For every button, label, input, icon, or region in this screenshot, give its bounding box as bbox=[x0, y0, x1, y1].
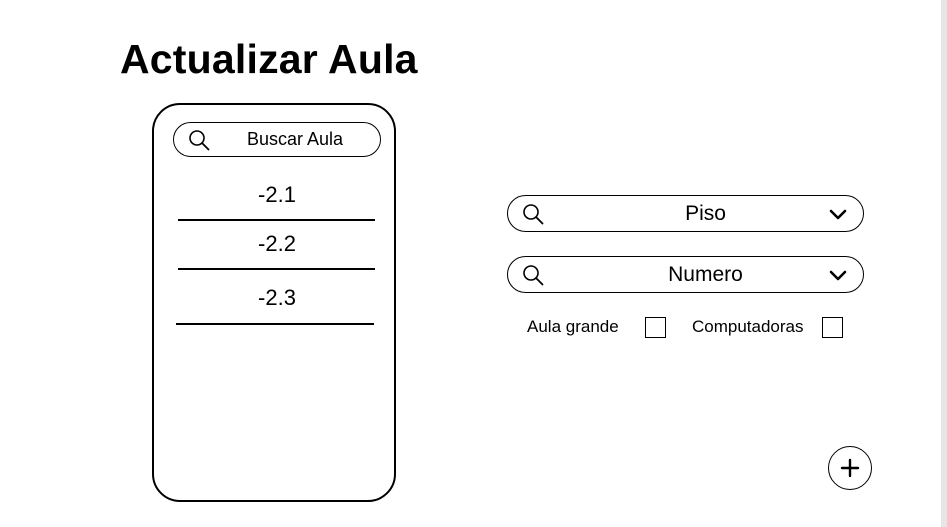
search-icon bbox=[189, 129, 210, 150]
computadoras-checkbox[interactable] bbox=[822, 317, 843, 338]
search-icon bbox=[523, 203, 544, 224]
aula-search-input[interactable]: Buscar Aula bbox=[173, 122, 381, 157]
computadoras-label: Computadoras bbox=[692, 317, 804, 336]
numero-select-label: Numero bbox=[668, 262, 743, 286]
search-icon bbox=[523, 264, 544, 285]
chevron-down-icon[interactable] bbox=[829, 208, 847, 220]
list-item[interactable]: -2.2 bbox=[178, 231, 376, 257]
scrollbar-track bbox=[941, 0, 947, 527]
page-title: Actualizar Aula bbox=[120, 36, 418, 82]
list-divider bbox=[176, 323, 374, 325]
aula-grande-checkbox[interactable] bbox=[645, 317, 666, 338]
chevron-down-icon[interactable] bbox=[829, 269, 847, 281]
numero-select[interactable]: Numero bbox=[507, 256, 864, 293]
piso-select[interactable]: Piso bbox=[507, 195, 864, 232]
list-item[interactable]: -2.1 bbox=[178, 182, 376, 208]
piso-select-label: Piso bbox=[685, 201, 726, 225]
plus-icon bbox=[840, 458, 860, 478]
aula-grande-label: Aula grande bbox=[527, 317, 619, 336]
aula-search-placeholder: Buscar Aula bbox=[246, 129, 344, 149]
list-item[interactable]: -2.3 bbox=[178, 285, 376, 311]
list-divider bbox=[178, 219, 375, 221]
add-button[interactable] bbox=[828, 446, 872, 490]
list-divider bbox=[178, 268, 375, 270]
update-aula-screen: Actualizar Aula Buscar Aula -2.1 -2.2 -2… bbox=[0, 0, 947, 527]
